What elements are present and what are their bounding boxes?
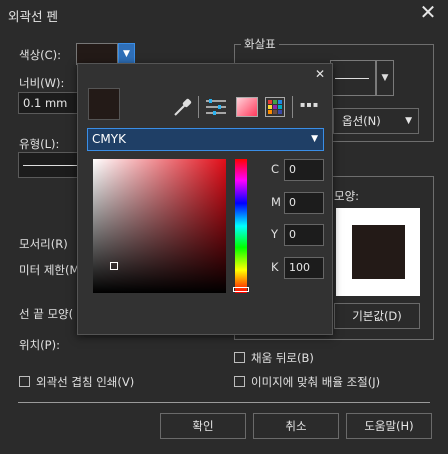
- shape-label: 모양:: [334, 189, 360, 203]
- end-arrow-dropdown-icon[interactable]: ▼: [376, 60, 394, 96]
- position-label: 위치(P):: [19, 338, 60, 352]
- nib-shape-preview[interactable]: [336, 208, 420, 296]
- color-picker-popup: ✕ ▪▪▪ CMYK ▼ C 0 M 0 Y 0 K 100: [77, 63, 333, 335]
- color-palette-icon[interactable]: [265, 97, 285, 117]
- end-arrow-preview: [335, 78, 369, 79]
- arrow-options-button[interactable]: 옵션(N) ▼: [333, 108, 419, 134]
- channel-m-input[interactable]: 0: [284, 192, 324, 214]
- footer-separator: [18, 402, 430, 403]
- color-swatch-button[interactable]: [76, 43, 118, 65]
- end-arrow-combo[interactable]: [330, 60, 376, 96]
- color-model-select[interactable]: CMYK ▼: [87, 128, 324, 151]
- color-sliders-icon[interactable]: [204, 96, 228, 118]
- color-dropdown-arrow-icon[interactable]: ▼: [118, 43, 135, 65]
- miter-limit-label: 미터 제한(M: [19, 263, 80, 277]
- color-viewer-icon[interactable]: [236, 97, 258, 117]
- arrows-group-label: 화살표: [241, 36, 279, 52]
- width-label: 너비(W):: [19, 76, 65, 90]
- scale-with-image-label[interactable]: 이미지에 맞춰 배율 조절(J): [251, 374, 380, 390]
- color-label: 색상(C):: [19, 48, 62, 62]
- toolbar-separator-2: [292, 96, 293, 118]
- cancel-button[interactable]: 취소: [253, 413, 339, 439]
- behind-fill-checkbox[interactable]: [234, 352, 245, 363]
- channel-m-label: M: [271, 195, 281, 209]
- toolbar-separator: [198, 96, 199, 118]
- corners-label: 모서리(R): [19, 237, 68, 251]
- help-button[interactable]: 도움말(H): [346, 413, 432, 439]
- line-caps-label: 선 끝 모양(: [19, 307, 74, 321]
- style-label: 유형(L):: [19, 137, 60, 151]
- channel-k-label: K: [271, 260, 279, 274]
- channel-c-label: C: [271, 162, 280, 176]
- current-color-swatch: [88, 88, 120, 120]
- dialog-close-icon[interactable]: ✕: [416, 2, 440, 24]
- popup-close-icon[interactable]: ✕: [312, 66, 328, 82]
- arrow-options-label: 옵션(N): [342, 114, 381, 128]
- color-field[interactable]: [93, 159, 226, 293]
- color-field-cursor[interactable]: [110, 262, 118, 270]
- channel-k-input[interactable]: 100: [284, 257, 324, 279]
- channel-c-input[interactable]: 0: [284, 159, 324, 181]
- eyedropper-icon[interactable]: [171, 96, 193, 118]
- behind-fill-label[interactable]: 채움 뒤로(B): [251, 350, 314, 366]
- options-dropdown-icon: ▼: [405, 116, 412, 126]
- line-style-preview: [23, 165, 77, 166]
- color-model-value: CMYK: [92, 132, 126, 146]
- overprint-label[interactable]: 외곽선 겹침 인쇄(V): [36, 374, 134, 390]
- width-input[interactable]: 0.1 mm: [18, 92, 78, 114]
- default-button[interactable]: 기본값(D): [334, 303, 420, 329]
- color-model-dropdown-icon: ▼: [311, 134, 318, 144]
- dialog-title: 외곽선 펜: [8, 9, 58, 24]
- overprint-checkbox[interactable]: [19, 376, 30, 387]
- hue-slider-thumb[interactable]: [233, 287, 249, 292]
- hue-slider[interactable]: [233, 159, 249, 293]
- scale-with-image-checkbox[interactable]: [234, 376, 245, 387]
- channel-y-input[interactable]: 0: [284, 224, 324, 246]
- nib-shape: [352, 225, 405, 279]
- channel-y-label: Y: [271, 227, 279, 241]
- more-options-icon[interactable]: ▪▪▪: [300, 100, 319, 109]
- ok-button[interactable]: 확인: [160, 413, 246, 439]
- style-combo[interactable]: [18, 152, 78, 178]
